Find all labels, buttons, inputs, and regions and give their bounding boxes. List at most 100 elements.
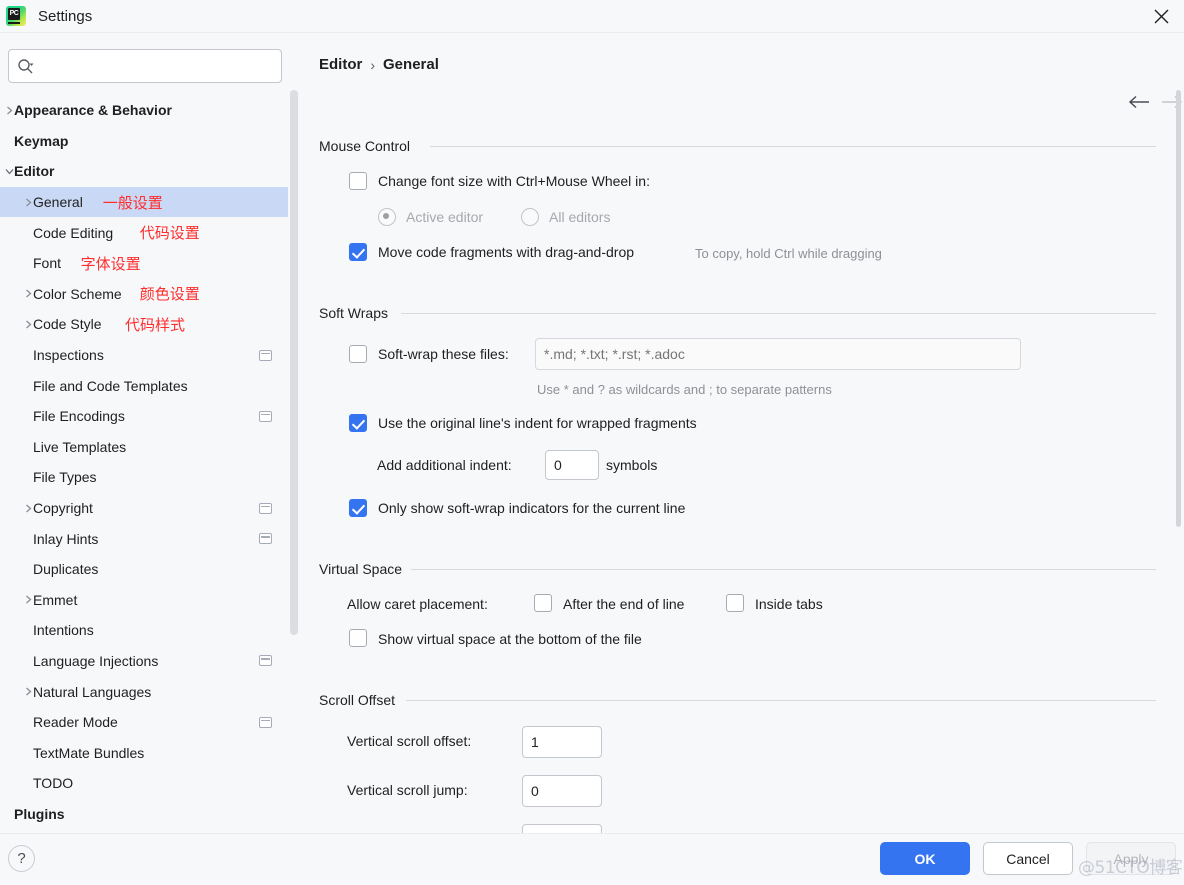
project-scope-badge-icon (259, 349, 272, 361)
sidebar-item-label: File and Code Templates (33, 377, 188, 394)
sidebar-scrollbar-thumb[interactable] (290, 90, 298, 635)
sidebar-item-label: Code Style (33, 316, 102, 333)
sidebar-item-plugins[interactable]: Plugins (0, 799, 288, 830)
sidebar-item-label: Live Templates (33, 438, 127, 455)
settings-tree[interactable]: Appearance & Behavior Keymap Editor General… (0, 95, 288, 838)
settings-sidebar: Appearance & Behavior Keymap Editor General… (0, 33, 300, 833)
search-input[interactable] (37, 57, 273, 75)
vertical-scroll-jump-input[interactable] (522, 775, 602, 807)
sidebar-item-color-scheme[interactable]: Color Scheme 颜色设置 (0, 279, 288, 310)
sidebar-item-duplicates[interactable]: Duplicates (0, 554, 288, 585)
change-font-size-checkbox[interactable] (349, 172, 367, 190)
window-title: Settings (38, 7, 93, 25)
sidebar-item-label: General (33, 194, 83, 211)
change-font-size-label: Change font size with Ctrl+Mouse Wheel i… (378, 173, 650, 189)
apply-button: Apply (1086, 842, 1176, 875)
use-original-indent-checkbox[interactable] (349, 414, 367, 432)
help-button[interactable]: ? (8, 845, 35, 872)
project-scope-badge-icon (259, 410, 272, 422)
sidebar-item-emmet[interactable]: Emmet (0, 585, 288, 616)
additional-indent-suffix: symbols (606, 457, 658, 473)
sidebar-item-file-and-code-templates[interactable]: File and Code Templates (0, 370, 288, 401)
sidebar-item-file-types[interactable]: File Types (0, 462, 288, 493)
settings-content-pane: Editor › General Mouse Control Change fo… (301, 33, 1184, 856)
radio-all-editors[interactable] (521, 208, 539, 226)
move-code-fragments-hint: To copy, hold Ctrl while dragging (695, 246, 882, 261)
breadcrumb-separator-icon: › (370, 56, 376, 73)
inside-tabs-label: Inside tabs (755, 596, 823, 612)
sidebar-item-label: Editor (14, 163, 55, 180)
sidebar-item-label: TODO (33, 775, 74, 792)
sidebar-item-annotation: 代码设置 (139, 224, 200, 243)
sidebar-item-annotation: 代码样式 (125, 315, 186, 334)
section-title-scroll-offset: Scroll Offset (319, 692, 395, 708)
sidebar-item-label: Intentions (33, 622, 94, 639)
content-scrollbar-thumb[interactable] (1176, 90, 1181, 527)
after-end-of-line-checkbox[interactable] (534, 594, 552, 612)
search-box[interactable] (8, 49, 282, 83)
only-current-line-checkbox[interactable] (349, 499, 367, 517)
sidebar-item-todo[interactable]: TODO (0, 768, 288, 799)
sidebar-item-appearance-behavior[interactable]: Appearance & Behavior (0, 95, 288, 126)
soft-wrap-files-input[interactable] (535, 338, 1021, 370)
breadcrumb-root[interactable]: Editor (319, 56, 362, 73)
arrow-left-icon[interactable] (1126, 89, 1152, 115)
project-scope-badge-icon (259, 502, 272, 514)
soft-wrap-files-checkbox[interactable] (349, 345, 367, 363)
sidebar-item-keymap[interactable]: Keymap (0, 126, 288, 157)
sidebar-item-label: Inlay Hints (33, 530, 99, 547)
vertical-scroll-offset-label: Vertical scroll offset: (347, 733, 472, 749)
show-virtual-space-label: Show virtual space at the bottom of the … (378, 631, 642, 647)
cancel-button[interactable]: Cancel (983, 842, 1073, 875)
breadcrumb: Editor › General (319, 56, 439, 73)
section-title-virtual-space: Virtual Space (319, 561, 403, 577)
sidebar-item-intentions[interactable]: Intentions (0, 615, 288, 646)
sidebar-item-reader-mode[interactable]: Reader Mode (0, 707, 288, 738)
radio-active-editor-label: Active editor (406, 209, 484, 225)
search-icon (17, 56, 37, 76)
sidebar-item-inspections[interactable]: Inspections (0, 340, 288, 371)
sidebar-item-textmate-bundles[interactable]: TextMate Bundles (0, 737, 288, 768)
sidebar-item-label: Appearance & Behavior (14, 102, 172, 119)
sidebar-item-general[interactable]: General 一般设置 (0, 186, 288, 218)
sidebar-item-label: Plugins (14, 805, 65, 822)
breadcrumb-leaf: General (383, 56, 439, 73)
sidebar-item-live-templates[interactable]: Live Templates (0, 432, 288, 463)
sidebar-item-label: Emmet (33, 591, 78, 608)
inside-tabs-checkbox[interactable] (726, 594, 744, 612)
close-icon[interactable] (1138, 0, 1184, 33)
vertical-scroll-offset-input[interactable] (522, 726, 602, 758)
sidebar-item-file-encodings[interactable]: File Encodings (0, 401, 288, 432)
sidebar-item-annotation: 一般设置 (102, 193, 163, 212)
vertical-scroll-jump-label: Vertical scroll jump: (347, 782, 468, 798)
sidebar-item-label: Copyright (33, 500, 93, 517)
ok-button[interactable]: OK (880, 842, 970, 875)
title-bar: PC Settings (0, 0, 1184, 33)
show-virtual-space-checkbox[interactable] (349, 629, 367, 647)
sidebar-item-label: TextMate Bundles (33, 744, 145, 761)
sidebar-item-label: Reader Mode (33, 714, 118, 731)
sidebar-item-code-editing[interactable]: Code Editing 代码设置 (0, 217, 288, 248)
sidebar-item-code-style[interactable]: Code Style 代码样式 (0, 309, 288, 340)
sidebar-item-label: File Encodings (33, 408, 125, 425)
section-rule-mouse-control (430, 146, 1156, 147)
sidebar-item-inlay-hints[interactable]: Inlay Hints (0, 523, 288, 554)
sidebar-item-label: File Types (33, 469, 97, 486)
radio-all-editors-label: All editors (549, 209, 611, 225)
move-code-fragments-checkbox[interactable] (349, 243, 367, 261)
project-scope-badge-icon (259, 533, 272, 545)
sidebar-item-label: Font (33, 255, 62, 272)
sidebar-item-editor[interactable]: Editor (0, 156, 288, 187)
section-rule-soft-wraps (401, 313, 1156, 314)
additional-indent-input[interactable] (545, 450, 599, 480)
sidebar-item-copyright[interactable]: Copyright (0, 493, 288, 524)
soft-wrap-wildcard-hint: Use * and ? as wildcards and ; to separa… (537, 382, 832, 397)
sidebar-item-language-injections[interactable]: Language Injections (0, 646, 288, 677)
sidebar-item-font[interactable]: Font 字体设置 (0, 248, 288, 279)
sidebar-item-annotation: 颜色设置 (139, 285, 200, 304)
sidebar-item-natural-languages[interactable]: Natural Languages (0, 676, 288, 707)
section-rule-virtual-space (411, 569, 1156, 570)
radio-active-editor[interactable] (378, 208, 396, 226)
section-title-mouse-control: Mouse Control (319, 138, 411, 154)
project-scope-badge-icon (259, 655, 272, 667)
